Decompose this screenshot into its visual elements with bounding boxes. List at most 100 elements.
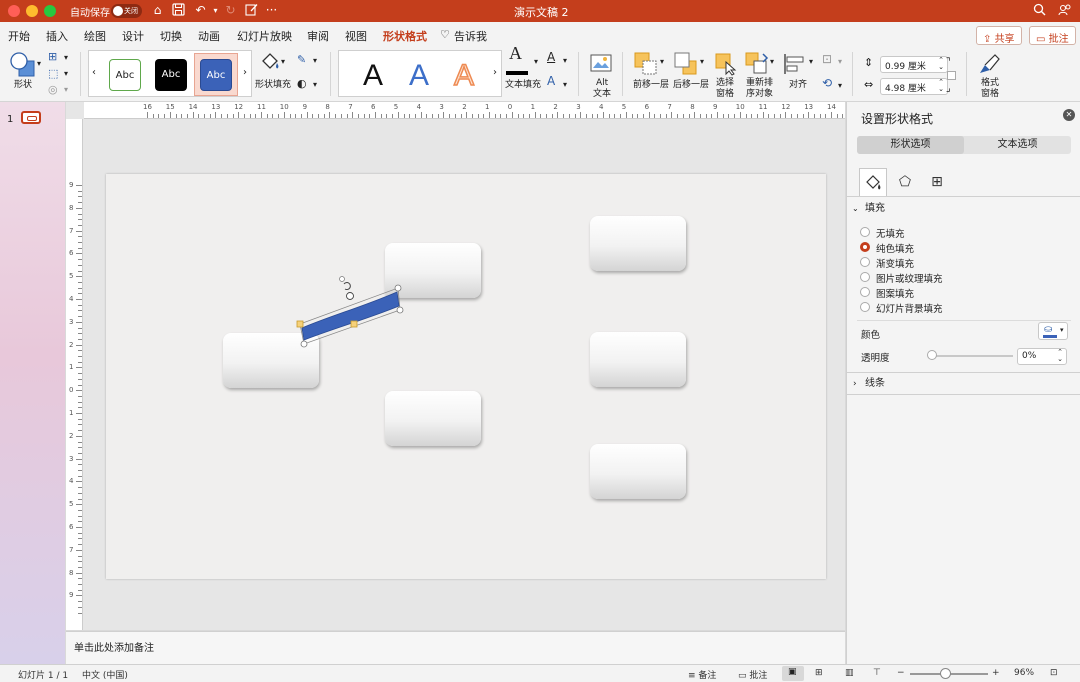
text-fill-dropdown-icon[interactable]: ▾ xyxy=(534,56,538,67)
tab-transitions[interactable]: 切换 xyxy=(160,28,182,44)
bring-forward-dropdown-icon[interactable]: ▾ xyxy=(660,56,664,67)
rounded-box-mid-right[interactable] xyxy=(590,332,686,387)
rotate-icon[interactable]: ⟲ xyxy=(822,77,832,89)
reading-view-icon[interactable]: ▥ xyxy=(845,668,854,678)
share-button[interactable]: ⇪ 共享 xyxy=(976,26,1022,45)
height-input[interactable]: 0.99 厘米 ⌃ ⌄ xyxy=(880,56,948,73)
fill-line-icon[interactable] xyxy=(859,168,887,196)
bring-forward-icon[interactable] xyxy=(634,52,658,79)
edit-document-icon[interactable] xyxy=(244,3,259,18)
text-fill-icon[interactable]: A xyxy=(509,44,522,62)
home-icon[interactable]: ⌂ xyxy=(150,3,165,18)
rounded-box-bottom-right[interactable] xyxy=(590,444,686,499)
edit-shape-icon[interactable]: ⬚ xyxy=(48,68,58,79)
send-backward-icon[interactable] xyxy=(674,52,698,79)
text-box-icon[interactable]: ⊞ xyxy=(48,51,57,62)
line-section-header[interactable]: › 线条 xyxy=(847,375,1080,393)
gallery-prev-icon[interactable]: ‹ xyxy=(92,67,96,78)
undo-icon[interactable]: ↶ xyxy=(193,3,208,18)
effects-pentagon-icon[interactable]: ⬠ xyxy=(891,168,919,196)
transparency-input[interactable]: 0% ⌃ ⌄ xyxy=(1017,348,1067,365)
minimize-window-button[interactable] xyxy=(26,5,38,17)
alt-text-icon[interactable] xyxy=(590,54,612,77)
tab-design[interactable]: 设计 xyxy=(122,28,144,44)
reorder-objects-icon[interactable] xyxy=(745,52,769,79)
wordart-blue[interactable]: A xyxy=(409,59,429,93)
wordart-black[interactable]: A xyxy=(363,59,383,93)
radio-solid-fill[interactable] xyxy=(860,242,870,252)
comments-button[interactable]: ▭ 批注 xyxy=(1029,26,1076,45)
wordart-orange-outline[interactable]: A xyxy=(453,58,475,93)
style-solid-black[interactable]: Abc xyxy=(155,59,187,91)
slideshow-icon[interactable]: ⊤ xyxy=(873,668,881,678)
zoom-slider-knob[interactable] xyxy=(940,668,951,679)
align-icon[interactable] xyxy=(783,52,807,79)
text-outline-dropdown-icon[interactable]: ▾ xyxy=(563,55,567,66)
zoom-in-icon[interactable]: + xyxy=(992,668,1000,678)
notes-pane[interactable]: 单击此处添加备注 xyxy=(66,631,845,664)
tab-slideshow[interactable]: 幻灯片放映 xyxy=(237,28,292,44)
undo-dropdown-icon[interactable]: ▾ xyxy=(208,3,223,18)
normal-view-button[interactable]: ▣ xyxy=(782,666,804,681)
gallery-next-icon[interactable]: › xyxy=(243,67,247,78)
zoom-out-icon[interactable]: − xyxy=(897,668,905,678)
autosave-toggle[interactable]: 关闭 xyxy=(111,4,142,18)
text-outline-icon[interactable]: A xyxy=(547,51,555,63)
account-icon[interactable] xyxy=(1057,3,1072,18)
notes-toggle[interactable]: ≡ 备注 xyxy=(688,668,716,681)
tab-review[interactable]: 审阅 xyxy=(307,28,329,44)
tab-draw[interactable]: 绘图 xyxy=(84,28,106,44)
rounded-box-top-right[interactable] xyxy=(590,216,686,271)
text-box-dropdown-icon[interactable]: ▾ xyxy=(64,52,68,63)
transparency-slider-track[interactable] xyxy=(931,355,1013,357)
width-input[interactable]: 4.98 厘米 ⌃ ⌄ xyxy=(880,78,948,95)
wordart-next-icon[interactable]: › xyxy=(493,67,497,78)
tab-tell-me[interactable]: 告诉我 xyxy=(454,28,487,44)
selected-connector-shape[interactable] xyxy=(290,276,410,356)
transparency-slider-knob[interactable] xyxy=(927,350,937,360)
tab-home[interactable]: 开始 xyxy=(8,28,30,44)
selection-pane-icon[interactable] xyxy=(714,52,738,79)
fill-section-header[interactable]: ⌄ 填充 xyxy=(847,200,1080,218)
zoom-window-button[interactable] xyxy=(44,5,56,17)
style-solid-blue[interactable]: Abc xyxy=(200,59,232,91)
more-icon[interactable]: ··· xyxy=(264,3,279,18)
rotate-dropdown-icon[interactable]: ▾ xyxy=(838,80,842,91)
shape-outline-icon[interactable]: ✎ xyxy=(297,54,306,65)
search-icon[interactable] xyxy=(1032,3,1047,18)
lock-aspect-checkbox[interactable] xyxy=(947,71,956,80)
align-dropdown-icon[interactable]: ▾ xyxy=(809,56,813,67)
shape-fill-dropdown-icon[interactable]: ▾ xyxy=(281,56,285,67)
tab-shape-format[interactable]: 形状格式 xyxy=(383,28,427,49)
edit-shape-dropdown-icon[interactable]: ▾ xyxy=(64,68,68,79)
tab-view[interactable]: 视图 xyxy=(345,28,367,44)
style-outline-green[interactable]: Abc xyxy=(109,59,141,91)
language-indicator[interactable]: 中文 (中国) xyxy=(82,668,128,681)
save-icon[interactable] xyxy=(171,3,186,18)
text-effects-dropdown-icon[interactable]: ▾ xyxy=(563,79,567,90)
zoom-level[interactable]: 96% xyxy=(1014,668,1034,678)
height-stepper-icon[interactable]: ⌃ ⌄ xyxy=(938,57,944,71)
group-objects-icon[interactable]: ⊡ xyxy=(822,53,832,65)
insert-shape-icon[interactable] xyxy=(10,52,36,81)
rounded-box-bottom-middle[interactable] xyxy=(385,391,481,446)
shape-dropdown-icon[interactable]: ▾ xyxy=(37,58,41,69)
redo-icon[interactable]: ↻ xyxy=(223,3,238,18)
radio-picture-fill[interactable] xyxy=(860,272,870,282)
tab-shape-options[interactable]: 形状选项 xyxy=(857,136,964,154)
merge-shapes-icon[interactable]: ◎ xyxy=(48,84,58,95)
color-picker-button[interactable]: ⛀ ▾ xyxy=(1038,322,1068,340)
tab-text-options[interactable]: 文本选项 xyxy=(964,136,1071,154)
radio-no-fill[interactable] xyxy=(860,227,870,237)
group-dropdown-icon[interactable]: ▾ xyxy=(838,56,842,67)
shape-effects-icon[interactable]: ◐ xyxy=(297,78,307,89)
transparency-stepper-icon[interactable]: ⌃ ⌄ xyxy=(1057,349,1063,363)
shape-outline-dropdown-icon[interactable]: ▾ xyxy=(313,55,317,66)
close-icon[interactable]: ✕ xyxy=(1063,109,1075,121)
format-pane-icon[interactable] xyxy=(977,52,1001,79)
tab-insert[interactable]: 插入 xyxy=(46,28,68,44)
slide-sorter-icon[interactable]: ⊞ xyxy=(815,668,823,678)
shape-effects-dropdown-icon[interactable]: ▾ xyxy=(313,79,317,90)
reorder-dropdown-icon[interactable]: ▾ xyxy=(770,56,774,67)
tab-animations[interactable]: 动画 xyxy=(198,28,220,44)
